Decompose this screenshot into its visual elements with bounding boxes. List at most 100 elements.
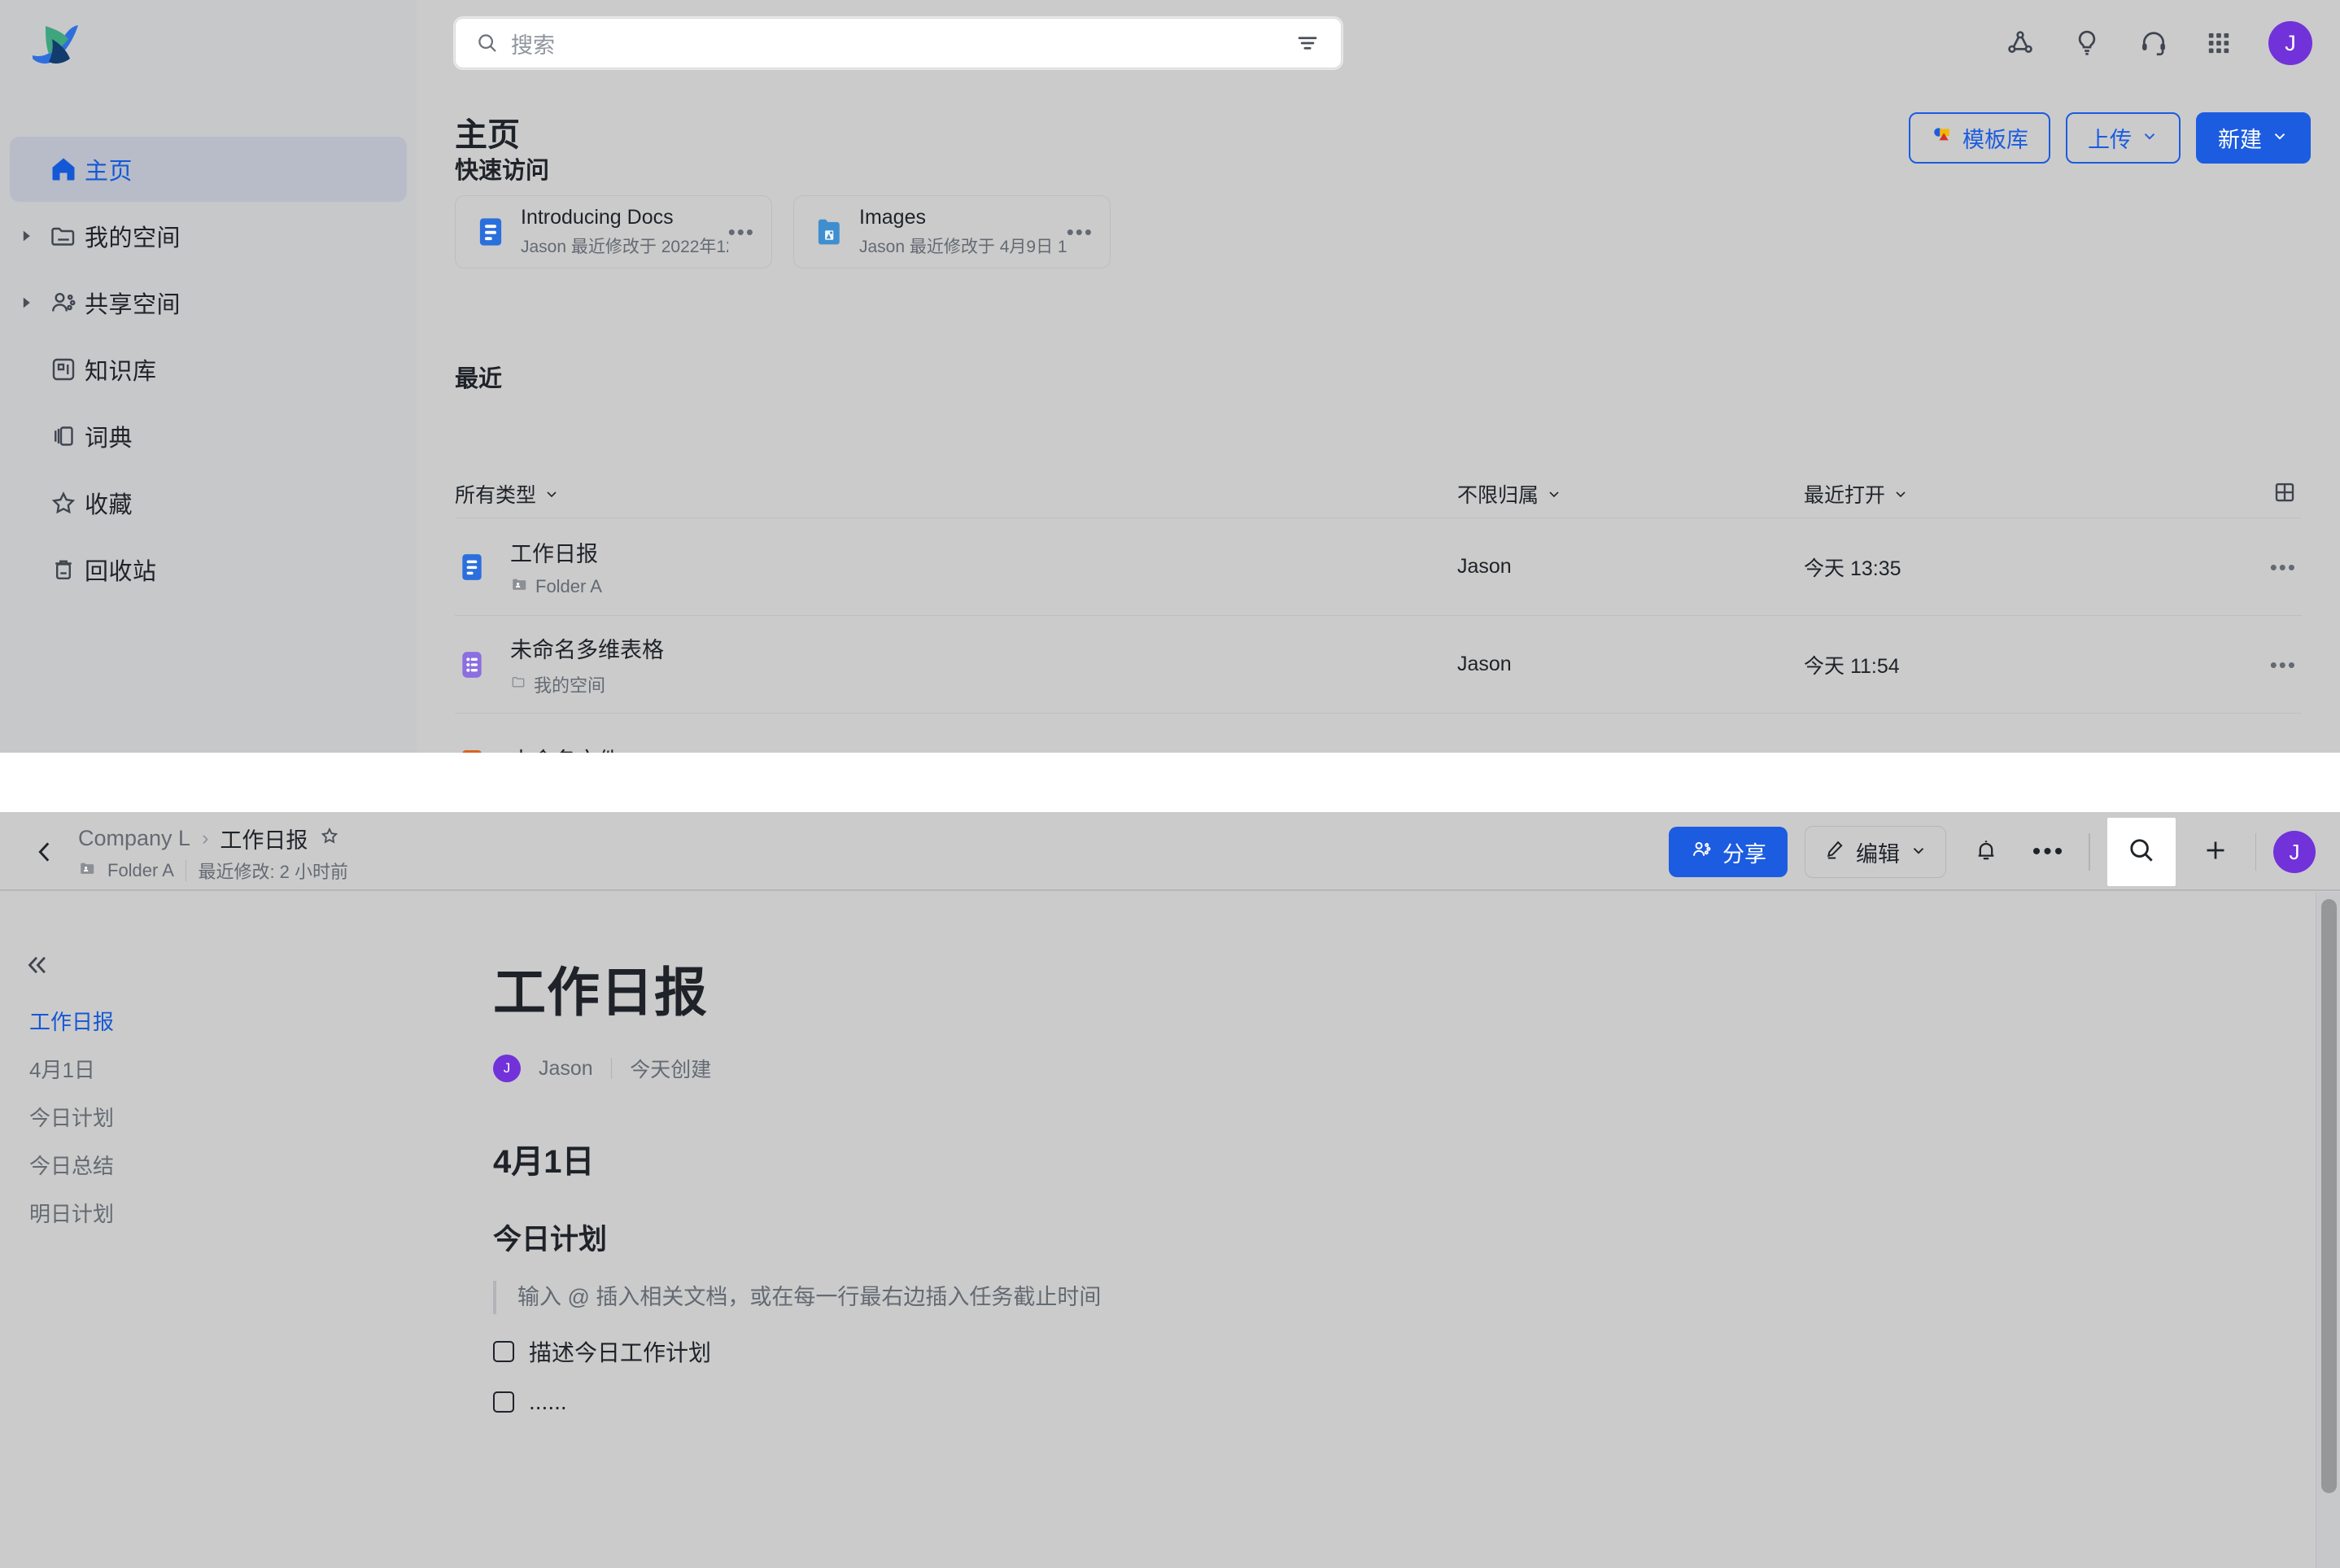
new-button[interactable]: 新建 [2196, 112, 2311, 164]
add-button[interactable] [2193, 827, 2238, 877]
more-dots-icon[interactable]: ••• [1067, 221, 1094, 242]
folder-image-icon [812, 215, 848, 249]
sidebar-item-dictionary[interactable]: 词典 [10, 404, 407, 469]
breadcrumb-modified: 最近修改: 2 小时前 [198, 862, 349, 882]
quick-access-card[interactable]: Images Jason 最近修改于 4月9日 15:57 ••• [793, 195, 1111, 269]
todo-item[interactable]: ...... [493, 1389, 2286, 1415]
table-row-opened: 今天 13:35 [1804, 557, 1901, 580]
checkbox[interactable] [493, 1340, 514, 1362]
breadcrumb-parent[interactable]: Company L [78, 826, 190, 851]
quick-access-card[interactable]: Introducing Docs Jason 最近修改于 2022年12月22日… [455, 195, 772, 269]
chevron-right-icon[interactable] [10, 296, 42, 309]
upload-button[interactable]: 上传 [2066, 112, 2181, 164]
table-row-owner: Jason [1457, 653, 1512, 675]
vertical-scrollbar-track[interactable] [2316, 893, 2340, 1568]
filter-owner-dropdown[interactable]: 不限归属 [1457, 479, 1562, 509]
chevron-down-icon [2271, 125, 2289, 151]
grid-view-icon[interactable] [2272, 480, 2297, 509]
back-chevron-icon[interactable] [29, 836, 60, 867]
table-row[interactable]: 未命名文件.pptx [455, 713, 2302, 753]
document-author: Jason [539, 1056, 593, 1080]
document-created: 今天创建 [630, 1059, 712, 1081]
app-grid-icon[interactable] [2205, 29, 2233, 57]
more-options-button[interactable]: ••• [2026, 827, 2072, 877]
table-row-opened: 今天 11:54 [1804, 654, 1900, 678]
table-row-location-label: 我的空间 [534, 675, 606, 696]
heading-today-plan[interactable]: 今日计划 [493, 1216, 2286, 1258]
more-dots-icon[interactable]: ••• [728, 221, 755, 242]
quick-access-card-text: Introducing Docs Jason 最近修改于 2022年12月22日 [521, 206, 728, 258]
heading-date[interactable]: 4月1日 [493, 1135, 2286, 1182]
table-row-main: 未命名多维表格 我的空间 [510, 632, 664, 697]
sidebar-nav-list: 主页 我的空间 共享空间 知识库 词典 收藏 回收站 [0, 137, 417, 604]
document-actions: 分享 编辑 ••• J [1669, 818, 2316, 886]
table-row-location: 我的空间 [510, 671, 664, 697]
shared-folder-icon [510, 575, 528, 598]
sidebar-item-wiki[interactable]: 知识库 [10, 337, 407, 402]
collapse-left-icon[interactable] [23, 951, 50, 983]
sidebar-item-shared-space[interactable]: 共享空间 [10, 270, 407, 335]
outline-item-tomorrow-plan[interactable]: 明日计划 [0, 1189, 456, 1237]
home-icon [42, 155, 85, 184]
filter-type-dropdown[interactable]: 所有类型 [455, 479, 560, 509]
sidebar-item-my-space[interactable]: 我的空间 [10, 203, 407, 269]
template-library-button[interactable]: 模板库 [1909, 112, 2050, 164]
outline-item-today-summary[interactable]: 今日总结 [0, 1141, 456, 1189]
more-dots-icon[interactable]: ••• [2270, 654, 2297, 675]
outline-item-today-plan[interactable]: 今日计划 [0, 1093, 456, 1141]
sidebar-item-trash[interactable]: 回收站 [10, 537, 407, 602]
breadcrumb-folder[interactable]: Folder A [107, 860, 174, 881]
vertical-scrollbar-thumb[interactable] [2321, 899, 2337, 1493]
avatar[interactable]: J [2268, 21, 2312, 65]
trash-icon [42, 555, 85, 584]
app-logo-icon[interactable] [28, 23, 80, 73]
document-title[interactable]: 工作日报 [493, 950, 2286, 1026]
sidebar-item-favorites[interactable]: 收藏 [10, 470, 407, 535]
share-button[interactable]: 分享 [1669, 827, 1788, 877]
search-input[interactable]: 搜索 [511, 28, 555, 59]
lightbulb-icon[interactable] [2072, 28, 2102, 59]
outline-item-date[interactable]: 4月1日 [0, 1045, 456, 1093]
search-icon [475, 31, 500, 55]
quick-access-card-sub: Jason 最近修改于 4月9日 15:57 [859, 238, 1067, 256]
notifications-button[interactable] [1963, 827, 2009, 877]
chevron-down-icon [1910, 840, 1927, 865]
sidebar-item-home[interactable]: 主页 [10, 137, 407, 202]
document-outline: 工作日报 4月1日 今日计划 今日总结 明日计划 [0, 893, 456, 1237]
folder-icon [510, 674, 526, 695]
pptx-icon [455, 746, 489, 753]
headset-support-icon[interactable] [2138, 28, 2169, 59]
filter-type-label: 所有类型 [455, 484, 537, 507]
document-search-button[interactable] [2106, 818, 2176, 886]
breadcrumb: Company L › 工作日报 Folder A 最近修改: 2 小时前 [78, 822, 348, 884]
filter-opened-label: 最近打开 [1804, 484, 1886, 507]
filter-opened-dropdown[interactable]: 最近打开 [1804, 479, 1909, 509]
table-row[interactable]: 工作日报 Folder A Jason 今天 13:35 ••• [455, 518, 2302, 615]
search-bar[interactable]: 搜索 [455, 18, 1342, 68]
chevron-right-icon[interactable] [10, 229, 42, 242]
template-library-label: 模板库 [1962, 128, 2028, 152]
quick-access-card-name: Introducing Docs [521, 206, 674, 229]
doc-icon [474, 215, 509, 249]
todo-item[interactable]: 描述今日工作计划 [493, 1335, 2286, 1368]
star-outline-icon[interactable] [319, 825, 340, 852]
table-row-location: Folder A [510, 575, 602, 598]
edit-button[interactable]: 编辑 [1805, 826, 1946, 878]
org-chart-icon[interactable] [2005, 28, 2036, 59]
checkbox[interactable] [493, 1391, 514, 1413]
people-icon [42, 288, 85, 317]
breadcrumb-meta: Folder A 最近修改: 2 小时前 [78, 858, 348, 884]
dictionary-icon [42, 421, 85, 451]
quote-hint[interactable]: 输入 @ 插入相关文档，或在每一行最右边插入任务截止时间 [493, 1281, 2286, 1314]
doc-icon [455, 551, 489, 583]
more-dots-icon: ••• [2032, 838, 2066, 865]
template-icon [1931, 124, 1954, 152]
outline-item-doc-title[interactable]: 工作日报 [0, 997, 456, 1045]
new-label: 新建 [2218, 128, 2262, 152]
more-dots-icon[interactable]: ••• [2270, 557, 2297, 578]
shared-folder-icon [78, 859, 96, 882]
edit-label: 编辑 [1856, 841, 1900, 867]
filter-icon[interactable] [1295, 31, 1320, 55]
avatar[interactable]: J [2273, 831, 2316, 873]
table-row[interactable]: 未命名多维表格 我的空间 Jason 今天 11:54 ••• [455, 615, 2302, 713]
